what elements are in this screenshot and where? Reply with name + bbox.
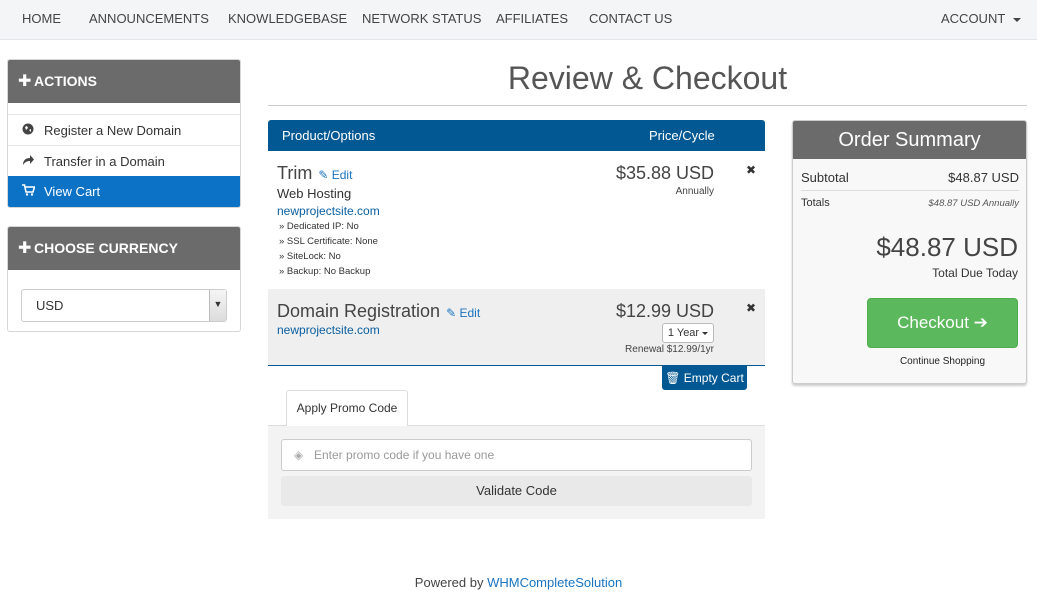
arrow-right-icon: ➔ bbox=[973, 313, 988, 332]
currency-selected-value: USD bbox=[36, 298, 64, 313]
remove-item-icon[interactable]: ✖ bbox=[746, 163, 756, 177]
edit-label: Edit bbox=[331, 168, 353, 182]
globe-icon bbox=[22, 116, 44, 147]
nav-contact-us[interactable]: CONTACT US bbox=[589, 0, 672, 40]
item-group: Web Hosting bbox=[277, 186, 352, 201]
item-cycle: Annually bbox=[675, 186, 714, 197]
item-domain: newprojectsite.com bbox=[277, 323, 380, 337]
item-name: Trim ✎ Edit bbox=[277, 163, 352, 184]
item-option: » Dedicated IP: No bbox=[279, 221, 359, 232]
trash-icon: 🗑 bbox=[665, 371, 681, 385]
sidebar-item-label: Transfer in a Domain bbox=[44, 154, 165, 169]
tag-icon: ◈ bbox=[294, 448, 304, 462]
footer-link[interactable]: WHMCompleteSolution bbox=[487, 575, 622, 590]
subtotal-value: $48.87 USD bbox=[948, 170, 1019, 185]
footer: Powered by WHMCompleteSolution bbox=[0, 575, 1037, 590]
item-price: $35.88 USD bbox=[615, 163, 714, 183]
subtotal-row: Subtotal $48.87 USD bbox=[801, 170, 1019, 185]
order-summary-panel: Order Summary Subtotal $48.87 USD Totals… bbox=[792, 120, 1027, 384]
currency-panel: ✚ CHOOSE CURRENCY USD ▼ bbox=[7, 226, 241, 332]
item-name: Domain Registration ✎ Edit bbox=[277, 301, 480, 322]
nav-affiliates[interactable]: AFFILIATES bbox=[496, 0, 568, 40]
totals-label: Totals bbox=[801, 197, 830, 209]
checkout-label: Checkout bbox=[897, 313, 969, 332]
nav-home[interactable]: HOME bbox=[22, 0, 61, 40]
subtotal-label: Subtotal bbox=[801, 170, 849, 185]
pencil-icon: ✎ bbox=[446, 306, 457, 320]
actions-panel-header: ✚ ACTIONS bbox=[8, 60, 240, 103]
caret-down-icon bbox=[1013, 17, 1022, 22]
sidebar-item-transfer-domain[interactable]: Transfer in a Domain bbox=[8, 145, 240, 176]
currency-select-wrap: USD ▼ bbox=[8, 270, 240, 331]
sidebar-item-view-cart[interactable]: View Cart bbox=[8, 176, 240, 207]
edit-link[interactable]: ✎ Edit bbox=[318, 168, 352, 182]
sidebar-item-register-domain[interactable]: Register a New Domain bbox=[8, 114, 240, 145]
summary-divider bbox=[801, 190, 1019, 191]
empty-cart-label: Empty Cart bbox=[683, 371, 744, 385]
checkout-button[interactable]: Checkout ➔ bbox=[867, 298, 1018, 348]
title-divider bbox=[268, 105, 1027, 106]
continue-shopping-link[interactable]: Continue Shopping bbox=[867, 356, 1018, 367]
currency-panel-header: ✚ CHOOSE CURRENCY bbox=[8, 227, 240, 270]
cart-item-hosting: Trim ✎ Edit Web Hosting newprojectsite.co… bbox=[268, 151, 765, 289]
item-name-text: Trim bbox=[277, 163, 313, 183]
select-arrow-icon[interactable]: ▼ bbox=[209, 290, 226, 321]
item-option: » SSL Certificate: None bbox=[279, 236, 378, 247]
share-arrow-icon bbox=[22, 147, 44, 178]
item-option: » Backup: No Backup bbox=[279, 266, 371, 277]
item-price: $12.99 USD bbox=[615, 301, 714, 321]
pencil-icon: ✎ bbox=[318, 168, 329, 182]
nav-knowledgebase[interactable]: KNOWLEDGEBASE bbox=[228, 0, 347, 40]
registration-period-dropdown[interactable]: 1 Year bbox=[662, 323, 714, 343]
plus-icon: ✚ bbox=[18, 240, 32, 257]
validate-code-button[interactable]: Validate Code bbox=[281, 476, 752, 506]
total-due-amount: $48.87 USD bbox=[876, 232, 1018, 262]
totals-value: $48.87 USD Annually bbox=[928, 198, 1019, 209]
cart-item-domain: Domain Registration ✎ Edit newprojectsite… bbox=[268, 289, 765, 366]
top-navbar: HOME ANNOUNCEMENTS KNOWLEDGEBASE NETWORK… bbox=[0, 0, 1037, 40]
cart-table-header: Product/Options Price/Cycle bbox=[268, 120, 765, 151]
nav-account-label: ACCOUNT bbox=[941, 11, 1006, 26]
totals-row: Totals $48.87 USD Annually bbox=[801, 197, 1019, 209]
promo-panel: ◈ Enter promo code if you have one Valid… bbox=[268, 425, 765, 519]
empty-cart-button[interactable]: 🗑 Empty Cart bbox=[662, 366, 747, 390]
nav-network-status[interactable]: NETWORK STATUS bbox=[362, 0, 481, 40]
item-domain: newprojectsite.com bbox=[277, 204, 380, 218]
sidebar-item-label: Register a New Domain bbox=[44, 123, 182, 138]
sidebar-item-label: View Cart bbox=[44, 184, 101, 199]
cart-icon bbox=[22, 177, 44, 207]
order-summary-title: Order Summary bbox=[793, 121, 1026, 159]
nav-announcements[interactable]: ANNOUNCEMENTS bbox=[89, 0, 209, 40]
item-option: » SiteLock: No bbox=[279, 251, 341, 262]
remove-item-icon[interactable]: ✖ bbox=[746, 301, 756, 315]
promo-code-input[interactable]: ◈ Enter promo code if you have one bbox=[281, 439, 752, 471]
edit-link[interactable]: ✎ Edit bbox=[446, 306, 480, 320]
item-renewal: Renewal $12.99/1yr bbox=[625, 344, 714, 355]
currency-select[interactable]: USD ▼ bbox=[21, 289, 227, 322]
nav-account-dropdown[interactable]: ACCOUNT bbox=[941, 0, 1022, 40]
promo-placeholder: Enter promo code if you have one bbox=[314, 448, 495, 462]
currency-title: CHOOSE CURRENCY bbox=[34, 240, 178, 256]
item-name-text: Domain Registration bbox=[277, 301, 441, 321]
actions-title: ACTIONS bbox=[34, 73, 97, 89]
period-label: 1 Year bbox=[667, 327, 700, 339]
total-due-label: Total Due Today bbox=[932, 266, 1018, 280]
actions-panel: ✚ ACTIONS Register a New Domain Transfer … bbox=[7, 59, 241, 208]
edit-label: Edit bbox=[459, 306, 481, 320]
footer-prefix: Powered by bbox=[414, 575, 484, 590]
plus-icon: ✚ bbox=[18, 73, 32, 90]
header-price-cycle: Price/Cycle bbox=[649, 128, 715, 143]
page-title: Review & Checkout bbox=[507, 60, 788, 96]
header-product-options: Product/Options bbox=[282, 128, 376, 143]
caret-down-icon bbox=[702, 331, 709, 335]
tab-apply-promo-code[interactable]: Apply Promo Code bbox=[286, 390, 408, 426]
